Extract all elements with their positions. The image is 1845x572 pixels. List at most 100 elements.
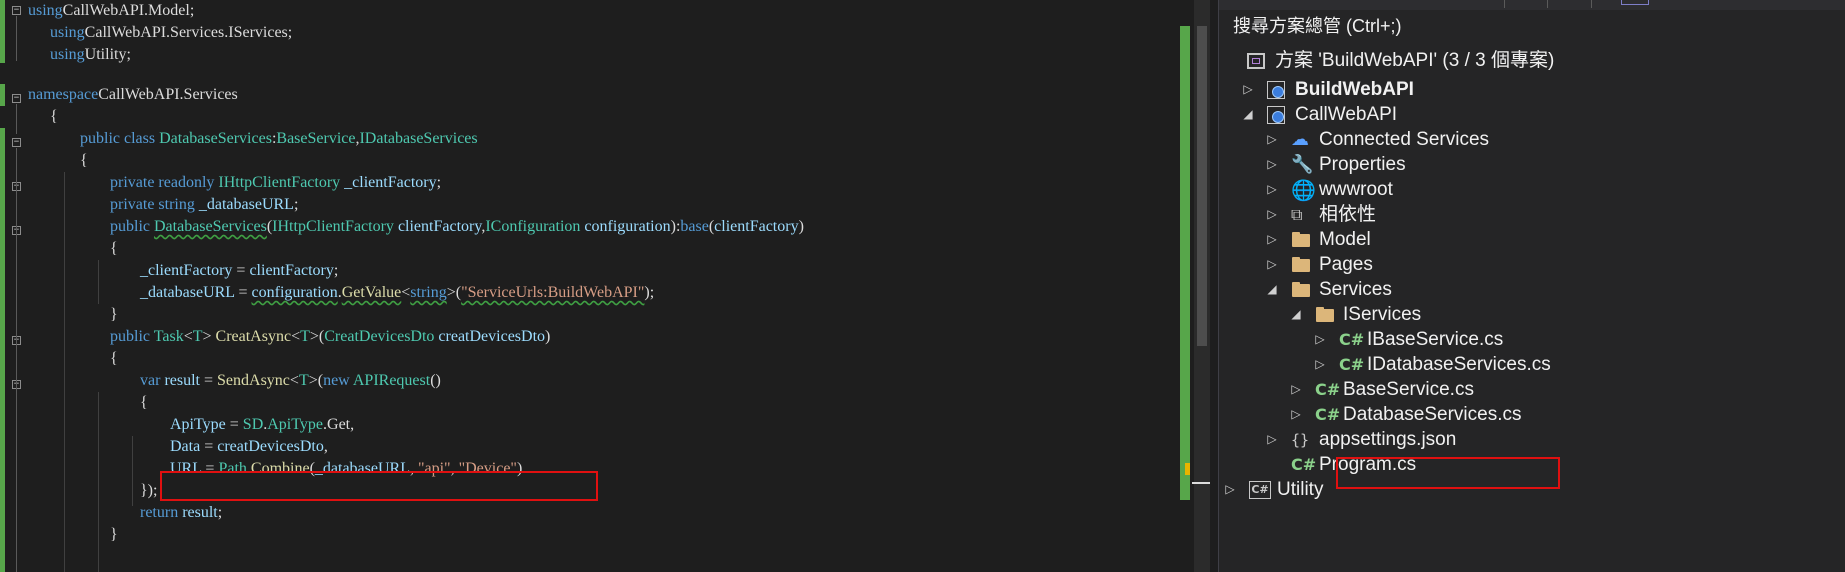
code-token: _databaseURL <box>198 196 294 213</box>
indent-guide <box>132 436 133 506</box>
code-line[interactable]: Data = creatDevicesDto, <box>170 436 328 458</box>
code-token: .Get, <box>323 416 355 433</box>
solution-icon <box>1247 53 1265 69</box>
code-token: GetValue <box>341 284 402 301</box>
collapse-icon[interactable]: − <box>12 6 21 15</box>
code-line[interactable]: { <box>110 238 118 260</box>
code-line[interactable]: { <box>50 106 58 128</box>
csharp-file-icon: C# <box>1291 455 1317 474</box>
highlight-box <box>1336 457 1560 489</box>
code-token: = <box>232 262 250 279</box>
code-line[interactable]: { <box>140 392 148 414</box>
code-line[interactable]: public class DatabaseServices:BaseServic… <box>80 128 478 150</box>
code-token: T <box>300 328 310 345</box>
code-line[interactable]: usingCallWebAPI.Model; <box>28 0 194 22</box>
change-overview-bar <box>1180 26 1190 500</box>
code-line[interactable]: } <box>110 524 118 546</box>
code-token: } <box>110 306 118 323</box>
code-token: public <box>110 218 154 235</box>
toolbar-separator <box>1591 0 1592 8</box>
fold-guide <box>16 104 17 134</box>
code-token: { <box>140 394 148 411</box>
folder-icon <box>1291 255 1311 275</box>
code-line[interactable]: }); <box>140 480 157 502</box>
highlight-box <box>160 471 598 501</box>
code-token: CallWebAPI.Model; <box>62 2 195 19</box>
code-line[interactable]: return result; <box>140 502 222 524</box>
expanded-arrow-icon[interactable]: ◢ <box>1265 275 1279 304</box>
expanded-arrow-icon[interactable]: ◢ <box>1289 300 1303 329</box>
code-token: result <box>182 504 218 521</box>
code-line[interactable]: ApiType = SD.ApiType.Get, <box>170 414 354 436</box>
scrollbar-thumb[interactable] <box>1197 26 1207 346</box>
fold-guide <box>16 148 17 572</box>
toolbar-strip <box>1219 0 1845 10</box>
code-token: IHttpClientFactory <box>272 218 394 235</box>
code-editor[interactable]: − − − − − − − usingCallWebAPI.Model;usin… <box>0 0 1210 572</box>
connected-services-icon: ☁ <box>1291 129 1309 150</box>
code-token: ): <box>670 218 681 235</box>
code-line[interactable]: { <box>110 348 118 370</box>
editor-gutter: − − − − − − − <box>0 0 28 572</box>
code-token: CallWebAPI.Services.IServices; <box>84 24 293 41</box>
collapsed-arrow-icon[interactable]: ▷ <box>1265 425 1279 454</box>
csharp-file-icon: C# <box>1339 330 1365 349</box>
code-token: ApiType <box>170 416 226 433</box>
code-token: new <box>323 372 353 389</box>
toolbar-separator <box>1504 0 1505 8</box>
class-library-icon: C# <box>1249 481 1271 499</box>
code-token: clientFactory <box>714 218 799 235</box>
csharp-file-icon: C# <box>1315 380 1341 399</box>
code-token: private readonly <box>110 174 219 191</box>
collapsed-arrow-icon[interactable]: ▷ <box>1289 400 1303 429</box>
code-token: namespace <box>28 86 99 103</box>
code-token: ); <box>644 284 655 301</box>
code-token: >( <box>308 372 324 389</box>
collapsed-arrow-icon[interactable]: ▷ <box>1313 350 1327 379</box>
code-line[interactable]: public DatabaseServices(IHttpClientFacto… <box>110 216 804 238</box>
code-token: = <box>199 372 218 389</box>
json-file-icon: {} <box>1291 431 1310 449</box>
code-line[interactable]: _clientFactory = clientFactory; <box>140 260 338 282</box>
indent-guide <box>98 260 99 304</box>
csharp-file-icon: C# <box>1339 355 1365 374</box>
code-token: , <box>323 438 328 455</box>
code-token: configuration <box>251 284 338 301</box>
code-line[interactable]: usingCallWebAPI.Services.IServices; <box>50 22 292 44</box>
code-line[interactable]: var result = SendAsync<T>(new APIRequest… <box>140 370 441 392</box>
code-token: < <box>401 284 411 301</box>
code-line[interactable]: { <box>80 150 88 172</box>
collapse-icon[interactable]: − <box>12 94 21 103</box>
code-token: CreatDevicesDto <box>324 328 435 345</box>
code-token: < <box>289 372 299 389</box>
collapsed-arrow-icon[interactable]: ▷ <box>1223 475 1237 504</box>
dependencies-icon: ⧉ <box>1291 205 1303 224</box>
code-token: _clientFactory <box>140 262 233 279</box>
code-line[interactable]: private string _databaseURL; <box>110 194 298 216</box>
code-token: IHttpClientFactory <box>218 174 341 191</box>
code-line[interactable]: } <box>110 304 118 326</box>
expanded-arrow-icon[interactable]: ◢ <box>1241 100 1255 129</box>
code-token: ; <box>333 262 339 279</box>
code-token: T <box>298 372 309 389</box>
change-bar <box>0 128 5 572</box>
code-line[interactable]: namespaceCallWebAPI.Services <box>28 84 238 106</box>
web-project-icon <box>1267 81 1285 99</box>
scroll-position-marker <box>1192 482 1210 484</box>
code-line[interactable]: usingUtility; <box>50 44 131 66</box>
active-toolbar-button[interactable] <box>1621 0 1649 5</box>
code-token: < <box>183 328 193 345</box>
folder-icon <box>1291 280 1311 300</box>
indent-guide <box>64 172 65 572</box>
code-token: Task <box>153 328 184 345</box>
code-token: using <box>28 2 63 19</box>
code-line[interactable]: _databaseURL = configuration.GetValue<st… <box>140 282 654 304</box>
code-line[interactable]: public Task<T> CreatAsync<T>(CreatDevice… <box>110 326 550 348</box>
code-token: clientFactory <box>249 262 334 279</box>
code-line[interactable]: private readonly IHttpClientFactory _cli… <box>110 172 441 194</box>
collapse-icon[interactable]: − <box>12 138 21 147</box>
csharp-file-icon: C# <box>1315 405 1341 424</box>
code-token: APIRequest <box>352 372 431 389</box>
search-solution-explorer-input[interactable]: 搜尋方案總管 (Ctrl+;) <box>1225 12 1840 40</box>
code-token: { <box>80 152 88 169</box>
